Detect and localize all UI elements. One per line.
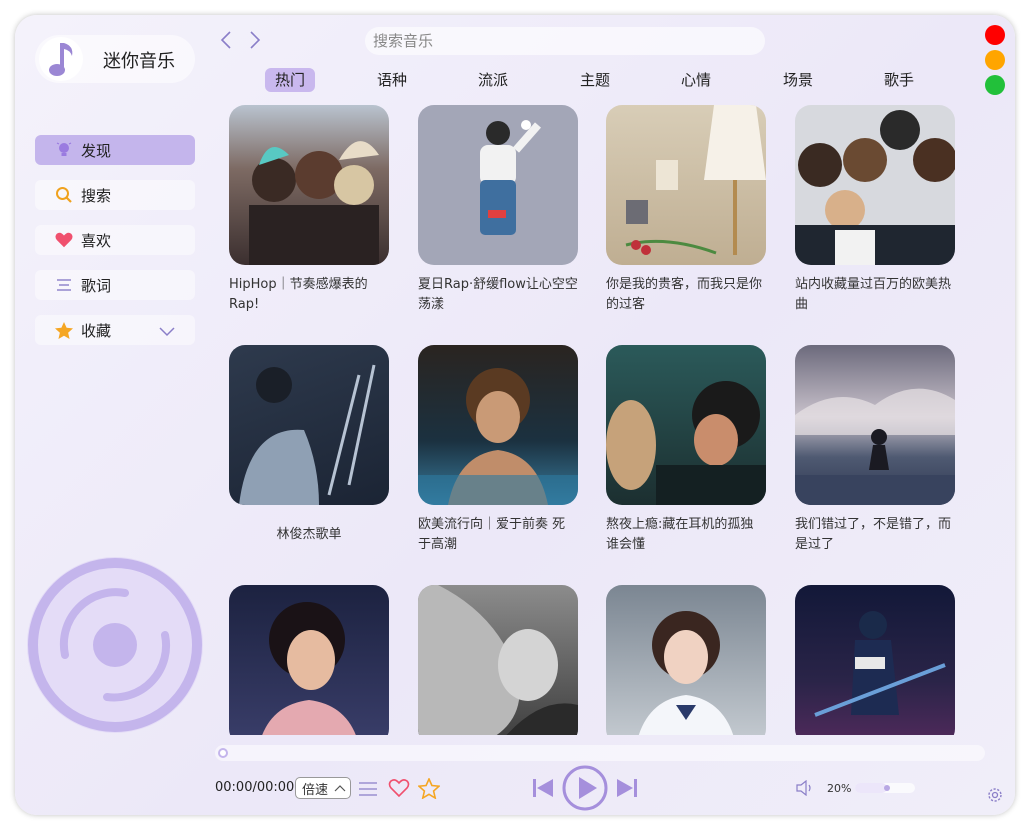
playlist-title: 熬夜上瘾:藏在耳机的孤独谁会懂 [606, 517, 754, 552]
tab-genre[interactable]: 流派 [468, 68, 518, 92]
playlist-cover [229, 585, 389, 735]
close-button[interactable] [985, 25, 1005, 45]
playlist-title: HipHop｜节奏感爆表的Rap! [229, 277, 368, 312]
playlist-card[interactable]: 夏日Rap·舒缓flow让心空空荡漾 [413, 105, 583, 315]
heart-icon [55, 231, 73, 249]
playlist-card[interactable]: 我们错过了，不是错了，而是过了 [790, 345, 960, 555]
play-button[interactable] [562, 765, 608, 811]
volume-percent: 20% [827, 782, 852, 795]
sidebar-nav: 发现 搜索 喜欢 歌词 收藏 [35, 135, 195, 360]
search-icon [55, 186, 73, 204]
back-arrow-icon[interactable] [215, 29, 237, 51]
sidebar-item-collection[interactable]: 收藏 [35, 315, 195, 345]
tab-scene[interactable]: 场景 [773, 68, 823, 92]
next-track-icon[interactable] [614, 775, 640, 801]
playlist-cover [795, 345, 955, 505]
volume-slider[interactable] [855, 783, 915, 793]
brand: 迷你音乐 [35, 35, 195, 83]
sidebar-item-search[interactable]: 搜索 [35, 180, 195, 210]
vinyl-disc-icon[interactable] [25, 555, 205, 735]
app-title: 迷你音乐 [103, 51, 175, 72]
playlist-cover [418, 345, 578, 505]
sidebar-item-label: 搜索 [81, 186, 112, 205]
playlist-card[interactable]: 林俊杰歌单 [224, 345, 394, 545]
sidebar-item-label: 收藏 [81, 321, 112, 340]
bulb-icon [55, 141, 73, 159]
progress-bar[interactable] [215, 745, 985, 761]
playlist-cover [606, 585, 766, 735]
playlist-card[interactable]: 站内收藏量过百万的欧美热曲 [790, 105, 960, 315]
chevron-up-icon [334, 784, 346, 792]
forward-arrow-icon[interactable] [244, 29, 266, 51]
playlist-card[interactable] [601, 585, 771, 735]
heart-icon[interactable] [387, 777, 411, 799]
lyrics-icon [55, 276, 73, 294]
playlist-card[interactable] [790, 585, 960, 735]
playback-time: 00:00/00:00 [215, 780, 295, 795]
playlist-cover [606, 345, 766, 505]
tab-hot[interactable]: 热门 [264, 68, 316, 92]
sidebar-item-label: 歌词 [81, 276, 112, 295]
sidebar-item-label: 喜欢 [81, 231, 112, 250]
tab-mood[interactable]: 心情 [671, 68, 721, 92]
playlist-cover [606, 105, 766, 265]
playlist-cover [418, 105, 578, 265]
previous-track-icon[interactable] [530, 775, 556, 801]
playlist-grid: HipHop｜节奏感爆表的Rap! 夏日Rap·舒缓flow让心空空荡漾 你是我… [220, 103, 985, 735]
playlist-title: 我们错过了，不是错了，而是过了 [795, 517, 952, 552]
volume-icon[interactable] [795, 778, 815, 798]
playlist-cover [418, 585, 578, 735]
playlist-card[interactable]: 欧美流行向｜爱于前奏 死于高潮 [413, 345, 583, 555]
volume-slider-fill [855, 783, 887, 793]
sidebar-item-discover[interactable]: 发现 [35, 135, 195, 165]
speed-label: 倍速 [302, 782, 329, 798]
sidebar-item-label: 发现 [81, 141, 112, 160]
app-window: 迷你音乐 发现 搜索 喜欢 歌词 收藏 搜索音乐 热门 语种 流派 主题 心情 … [15, 15, 1015, 815]
speed-select[interactable]: 倍速 [295, 777, 351, 799]
playlist-card[interactable]: 你是我的贵客，而我只是你的过客 [601, 105, 771, 315]
playlist-cover [229, 105, 389, 265]
search-input[interactable] [365, 27, 765, 55]
playlist-title: 站内收藏量过百万的欧美热曲 [795, 277, 952, 312]
volume-slider-knob[interactable] [884, 785, 890, 791]
progress-knob[interactable] [218, 748, 228, 758]
playlist-title: 欧美流行向｜爱于前奏 死于高潮 [418, 517, 566, 552]
playlist-card[interactable] [224, 585, 394, 735]
maximize-button[interactable] [985, 75, 1005, 95]
playlist-card[interactable]: 熬夜上瘾:藏在耳机的孤独谁会懂 [601, 345, 771, 555]
tab-language[interactable]: 语种 [367, 68, 417, 92]
playlist-title: 林俊杰歌单 [276, 527, 342, 542]
music-note-icon [39, 37, 83, 81]
playlist-card[interactable] [413, 585, 583, 735]
playlist-title: 夏日Rap·舒缓flow让心空空荡漾 [418, 277, 578, 312]
gear-icon[interactable] [985, 785, 1005, 805]
minimize-button[interactable] [985, 50, 1005, 70]
playlist-cover [795, 105, 955, 265]
star-icon[interactable] [417, 776, 441, 800]
star-icon [55, 321, 73, 339]
playlist-cover [795, 585, 955, 735]
playlist-card[interactable]: HipHop｜节奏感爆表的Rap! [224, 105, 394, 315]
playlist-title: 你是我的贵客，而我只是你的过客 [606, 277, 763, 312]
playlist-icon[interactable] [357, 779, 379, 799]
sidebar-item-lyrics[interactable]: 歌词 [35, 270, 195, 300]
tab-singer[interactable]: 歌手 [874, 68, 924, 92]
playlist-cover [229, 345, 389, 505]
tab-theme[interactable]: 主题 [570, 68, 620, 92]
sidebar-item-favorites[interactable]: 喜欢 [35, 225, 195, 255]
chevron-down-icon[interactable] [159, 322, 175, 341]
